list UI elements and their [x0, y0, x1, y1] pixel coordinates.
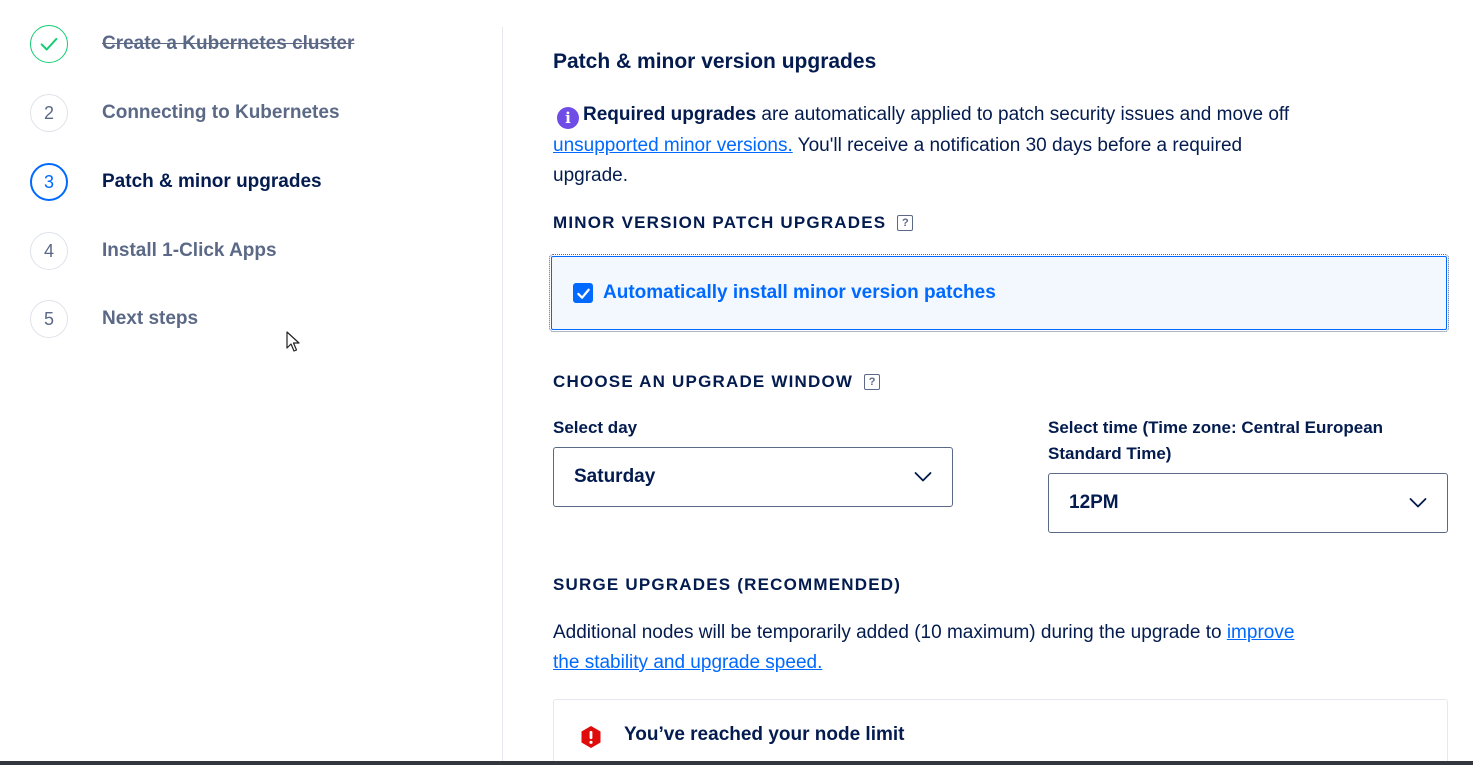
- main-content: Patch & minor version upgrades i Required…: [549, 0, 1453, 765]
- step-label: Create a Kubernetes cluster: [102, 33, 355, 54]
- node-limit-alert: You’ve reached your node limit: [553, 699, 1448, 765]
- error-octagon-icon: [581, 726, 601, 748]
- day-select[interactable]: Saturday: [553, 447, 953, 507]
- auto-install-label: Automatically install minor version patc…: [603, 282, 996, 303]
- step-label: Connecting to Kubernetes: [102, 102, 340, 123]
- upgrade-window-heading: CHOOSE AN UPGRADE WINDOW ?: [553, 372, 881, 392]
- time-select-value: 12PM: [1069, 492, 1119, 513]
- info-icon: i: [557, 107, 579, 130]
- surge-description: Additional nodes will be temporarily add…: [553, 618, 1313, 678]
- step-label: Patch & minor upgrades: [102, 171, 322, 192]
- step-number: 4: [30, 232, 68, 270]
- checkmark-icon: [576, 288, 590, 299]
- step-connecting[interactable]: 2 Connecting to Kubernetes: [30, 93, 340, 133]
- auto-install-checkbox[interactable]: [573, 283, 593, 303]
- surge-upgrades-heading: SURGE UPGRADES (RECOMMENDED): [553, 575, 902, 594]
- sidebar-divider: [502, 27, 503, 765]
- upgrade-window-heading-text: CHOOSE AN UPGRADE WINDOW: [553, 372, 854, 391]
- help-icon[interactable]: ?: [864, 374, 881, 390]
- patch-upgrades-heading-text: MINOR VERSION PATCH UPGRADES: [553, 213, 887, 232]
- info-text-1: are automatically applied to patch secur…: [756, 104, 1290, 125]
- step-label: Install 1-Click Apps: [102, 240, 277, 261]
- help-icon[interactable]: ?: [897, 215, 914, 231]
- chevron-down-icon: [1409, 498, 1427, 508]
- section-title: Patch & minor version upgrades: [553, 50, 877, 73]
- step-done-indicator: [30, 25, 68, 63]
- steps-sidebar: Create a Kubernetes cluster 2 Connecting…: [0, 0, 502, 765]
- surge-text: Additional nodes will be temporarily add…: [553, 622, 1227, 643]
- auto-install-patches-option[interactable]: Automatically install minor version patc…: [549, 254, 1449, 332]
- required-upgrades-info: i Required upgrades are automatically app…: [553, 100, 1313, 192]
- mouse-cursor-icon: [286, 331, 300, 352]
- alert-title: You’ve reached your node limit: [624, 724, 905, 745]
- info-bold: Required upgrades: [583, 104, 757, 125]
- page: Create a Kubernetes cluster 2 Connecting…: [0, 0, 1473, 765]
- select-day-label: Select day: [553, 418, 638, 437]
- step-number: 2: [30, 94, 68, 132]
- select-time-label: Select time (Time zone: Central European…: [1048, 418, 1384, 463]
- patch-upgrades-heading: MINOR VERSION PATCH UPGRADES ?: [553, 213, 914, 233]
- step-next-steps[interactable]: 5 Next steps: [30, 299, 198, 339]
- step-install-apps[interactable]: 4 Install 1-Click Apps: [30, 231, 277, 271]
- step-create-cluster[interactable]: Create a Kubernetes cluster: [30, 24, 354, 64]
- unsupported-versions-link[interactable]: unsupported minor versions.: [553, 135, 793, 156]
- time-select[interactable]: 12PM: [1048, 473, 1448, 533]
- chevron-down-icon: [914, 472, 932, 482]
- step-number: 5: [30, 300, 68, 338]
- step-number: 3: [30, 163, 68, 201]
- day-select-value: Saturday: [574, 466, 656, 487]
- step-patch-upgrades[interactable]: 3 Patch & minor upgrades: [30, 162, 322, 202]
- bottom-edge-bar: [0, 761, 1473, 765]
- check-icon: [40, 37, 58, 51]
- step-label: Next steps: [102, 308, 199, 329]
